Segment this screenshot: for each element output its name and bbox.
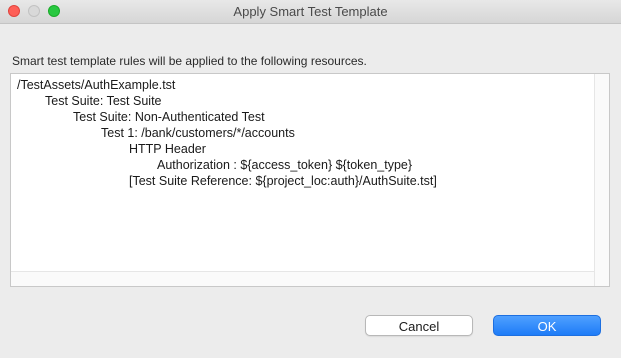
window-title: Apply Smart Test Template [233, 4, 388, 19]
tree-item-authorization[interactable]: Authorization : ${access_token} ${token_… [157, 157, 412, 173]
resource-tree[interactable]: /TestAssets/AuthExample.tst Test Suite: … [10, 73, 610, 287]
horizontal-scrollbar[interactable] [11, 271, 595, 286]
tree-item-test-suite[interactable]: Test Suite: Test Suite [45, 93, 162, 109]
dialog-description: Smart test template rules will be applie… [12, 54, 367, 68]
vertical-scrollbar[interactable] [594, 74, 609, 286]
tree-item-test[interactable]: Test 1: /bank/customers/*/accounts [101, 125, 295, 141]
ok-button[interactable]: OK [493, 315, 601, 336]
tree-item-suite-reference[interactable]: [Test Suite Reference: ${project_loc:aut… [129, 173, 437, 189]
apply-smart-test-template-dialog: Apply Smart Test Template Smart test tem… [0, 0, 621, 358]
title-bar: Apply Smart Test Template [0, 0, 621, 24]
tree-item-http-header[interactable]: HTTP Header [129, 141, 206, 157]
tree-item-file[interactable]: /TestAssets/AuthExample.tst [17, 77, 175, 93]
tree-item-nested-test-suite[interactable]: Test Suite: Non-Authenticated Test [73, 109, 265, 125]
cancel-button[interactable]: Cancel [365, 315, 473, 336]
